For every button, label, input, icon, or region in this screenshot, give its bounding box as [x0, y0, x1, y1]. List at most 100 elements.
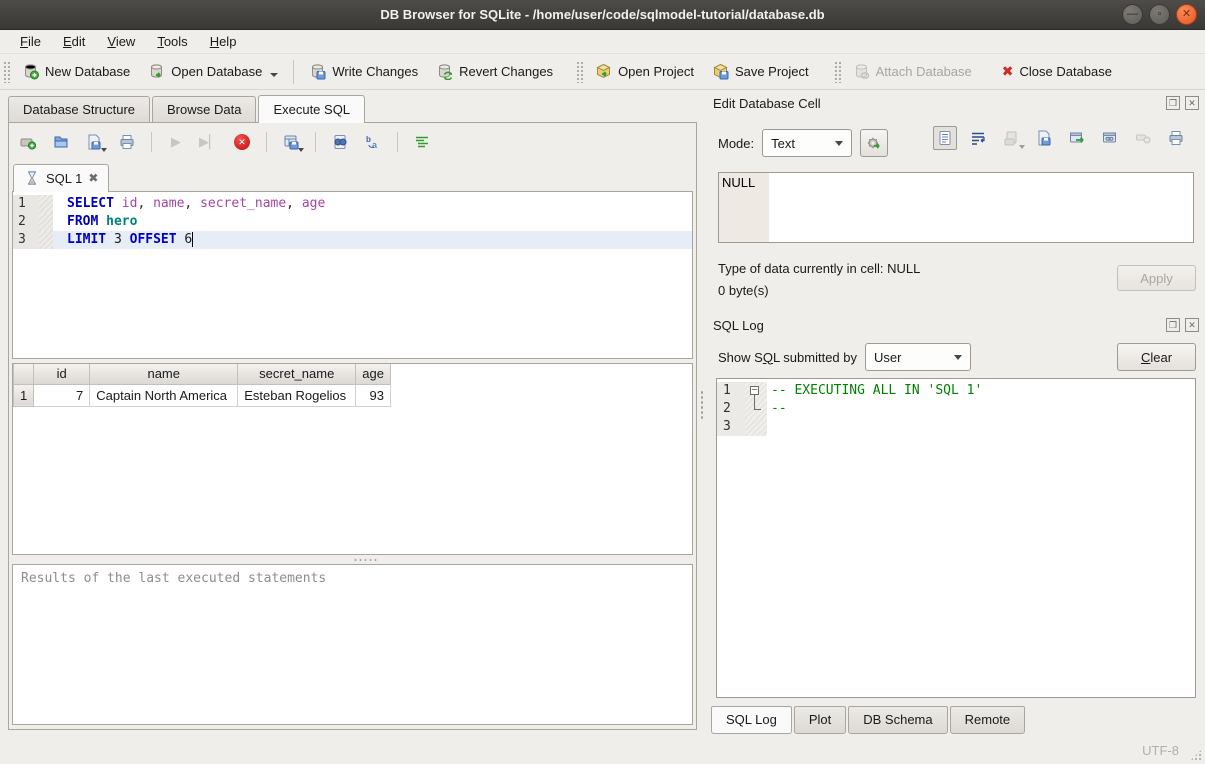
copy-link-button[interactable] — [1098, 126, 1122, 150]
line-number: 3 — [13, 231, 39, 249]
find-button[interactable] — [329, 131, 351, 153]
encoding-indicator[interactable]: UTF-8 — [1142, 743, 1179, 758]
word-wrap-button[interactable] — [966, 126, 990, 150]
auto-apply-button[interactable] — [860, 129, 888, 157]
edit-cell-dock-title: Edit Database Cell ❐ ✕ — [705, 92, 1205, 114]
write-changes-button[interactable]: Write Changes — [300, 58, 427, 85]
code-line: 2 FROM hero — [13, 213, 692, 231]
vertical-splitter[interactable] — [698, 90, 705, 736]
tab-database-structure[interactable]: Database Structure — [8, 96, 150, 124]
open-in-app-button[interactable] — [1065, 126, 1089, 150]
tab-sql-log[interactable]: SQL Log — [711, 706, 792, 734]
write-changes-icon — [309, 63, 326, 80]
export-cell-button[interactable] — [1032, 126, 1056, 150]
format-sql-button[interactable] — [411, 131, 433, 153]
sql-log-dock-title: SQL Log ❐ ✕ — [705, 314, 1205, 336]
menu-edit[interactable]: Edit — [53, 31, 95, 52]
menubar: File Edit View Tools Help — [0, 30, 1205, 54]
results-grid[interactable]: id name secret_name age 1 7 Captain Nort… — [12, 363, 693, 555]
tab-browse-data[interactable]: Browse Data — [152, 96, 256, 124]
print-sql-button[interactable] — [116, 131, 138, 153]
dock-close-icon[interactable]: ✕ — [1185, 318, 1199, 332]
cell-secret-name[interactable]: Esteban Rogelios — [238, 384, 356, 406]
mode-select[interactable]: Text — [762, 129, 852, 157]
save-sql-file-button[interactable] — [83, 131, 105, 153]
tab-remote[interactable]: Remote — [950, 706, 1026, 734]
sql-editor[interactable]: 1 SELECT id, name, secret_name, age 2 FR… — [12, 191, 693, 359]
replace-button[interactable]: ba — [362, 131, 384, 153]
open-sql-file-button[interactable] — [50, 131, 72, 153]
open-project-button[interactable]: Open Project — [586, 58, 703, 85]
close-database-button[interactable]: ✖ Close Database — [993, 58, 1121, 85]
open-database-icon — [148, 63, 165, 80]
results-message-text: Results of the last executed statements — [21, 571, 326, 586]
dock-float-icon[interactable]: ❐ — [1166, 96, 1180, 110]
stop-execution-button[interactable]: ✕ — [231, 131, 253, 153]
menu-help[interactable]: Help — [200, 31, 247, 52]
cell-value-editor[interactable]: NULL — [718, 172, 1194, 243]
fold-collapse-icon[interactable]: – — [750, 386, 759, 395]
tab-execute-sql[interactable]: Execute SQL — [258, 95, 365, 123]
content-area: Database Structure Browse Data Execute S… — [0, 90, 1205, 736]
right-pane: Edit Database Cell ❐ ✕ Mode: Text — [705, 90, 1205, 736]
close-icon[interactable]: ✕ — [1176, 4, 1197, 25]
new-database-icon — [22, 63, 39, 80]
toolbar-grip[interactable] — [3, 61, 10, 83]
log-source-select[interactable]: User — [865, 343, 971, 371]
column-header-secret-name[interactable]: secret_name — [238, 364, 356, 384]
new-sql-tab-button[interactable] — [17, 131, 39, 153]
horizontal-splitter[interactable] — [9, 555, 696, 564]
dock-close-icon[interactable]: ✕ — [1185, 96, 1199, 110]
close-database-icon: ✖ — [1002, 63, 1014, 80]
apply-button[interactable]: Apply — [1117, 265, 1196, 291]
column-header-name[interactable]: name — [90, 364, 238, 384]
results-message-area[interactable]: Results of the last executed statements — [12, 564, 693, 725]
save-project-button[interactable]: Save Project — [703, 58, 818, 85]
cell-name[interactable]: Captain North America — [90, 384, 238, 406]
import-dropdown-icon[interactable] — [1019, 145, 1025, 149]
tab-plot[interactable]: Plot — [794, 706, 846, 734]
maximize-icon[interactable]: ▫ — [1149, 4, 1170, 25]
titlebar[interactable]: DB Browser for SQLite - /home/user/code/… — [0, 0, 1205, 30]
new-database-button[interactable]: New Database — [13, 58, 139, 85]
minimize-icon[interactable]: — — [1122, 4, 1143, 25]
corner-header[interactable] — [14, 364, 34, 384]
toolbar-grip[interactable] — [576, 61, 583, 83]
row-number[interactable]: 1 — [14, 384, 34, 406]
line-number: 2 — [13, 213, 39, 231]
column-header-age[interactable]: age — [356, 364, 391, 384]
save-results-dropdown-icon[interactable] — [298, 148, 304, 152]
menu-view[interactable]: View — [97, 31, 145, 52]
menu-file[interactable]: File — [10, 31, 51, 52]
clear-log-button[interactable]: Clear — [1117, 343, 1196, 371]
dock-float-icon[interactable]: ❐ — [1166, 318, 1180, 332]
cell-id[interactable]: 7 — [34, 384, 90, 406]
cell-age[interactable]: 93 — [356, 384, 391, 406]
sql-log-title: SQL Log — [713, 318, 1166, 333]
revert-changes-icon — [436, 63, 453, 80]
revert-changes-button[interactable]: Revert Changes — [427, 58, 562, 85]
sql-tab-close-icon[interactable]: ✖ — [88, 171, 98, 185]
sql-toolbar-separator — [151, 132, 152, 152]
execute-to-line-button[interactable]: ▶▏ — [198, 131, 220, 153]
print-cell-button[interactable] — [1164, 126, 1188, 150]
import-cell-button[interactable] — [999, 126, 1023, 150]
open-database-dropdown-icon[interactable] — [270, 73, 278, 77]
open-database-button[interactable]: Open Database — [139, 58, 287, 85]
text-mode-button[interactable] — [933, 126, 957, 150]
column-header-id[interactable]: id — [34, 364, 90, 384]
resize-grip[interactable] — [1190, 749, 1202, 761]
sql-toolbar-separator — [315, 132, 316, 152]
save-results-button[interactable] — [280, 131, 302, 153]
execute-all-button[interactable]: ▶ — [165, 131, 187, 153]
save-sql-dropdown-icon[interactable] — [101, 148, 107, 152]
attach-database-button[interactable]: Attach Database — [844, 58, 981, 85]
set-null-button[interactable] — [1131, 126, 1155, 150]
cell-value-gutter: NULL — [719, 173, 769, 242]
sql-log-editor[interactable]: 1 – -- EXECUTING ALL IN 'SQL 1' 2 -- 3 — [716, 378, 1196, 698]
sql-editor-tab[interactable]: SQL 1 ✖ — [13, 164, 109, 192]
toolbar-grip[interactable] — [834, 61, 841, 83]
tab-db-schema[interactable]: DB Schema — [848, 706, 947, 734]
line-number: 3 — [717, 418, 745, 436]
menu-tools[interactable]: Tools — [147, 31, 197, 52]
